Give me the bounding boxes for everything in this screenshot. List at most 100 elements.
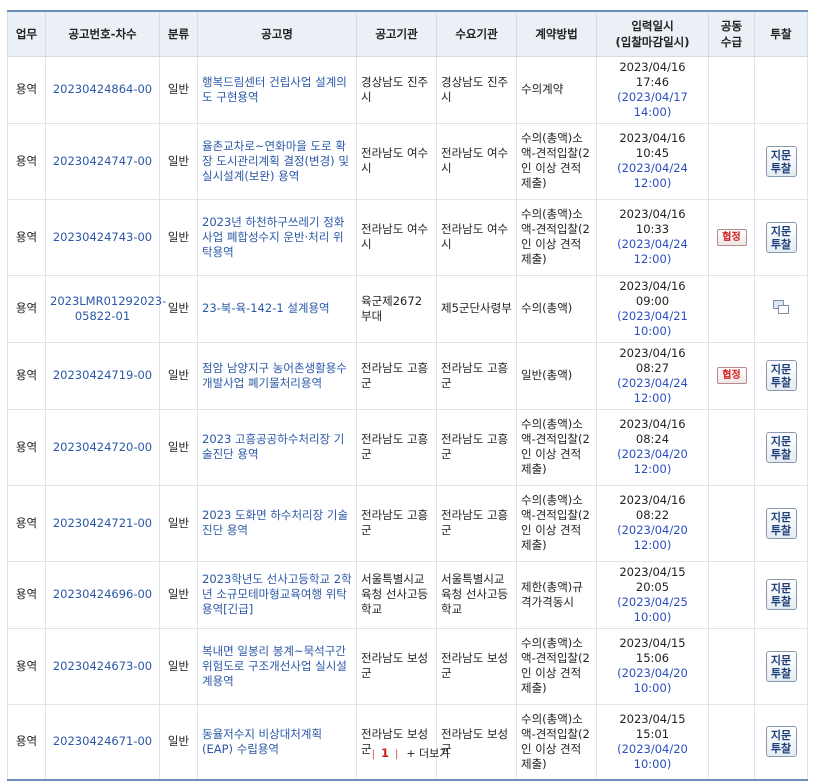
cell-title-text[interactable]: 복내면 일봉리 봉계~묵석구간 위험도로 구조개선사업 실시설계용역 xyxy=(202,644,347,688)
bid-notice-table: 업무 공고번호-차수 분류 공고명 공고기관 수요기관 계약방법 입력일시 (입찰… xyxy=(7,10,808,781)
cell-title-text[interactable]: 점암 남양지구 농어촌생활용수개발사업 폐기물처리용역 xyxy=(202,361,347,390)
cell-joint xyxy=(708,55,755,124)
cell-title-text[interactable]: 2023학년도 선사고등학교 2학년 소규모테마형교육여행 위탁용역[긴급] xyxy=(202,572,352,616)
cell-bid: 지문 투찰 xyxy=(754,627,808,705)
header-date-line2: (입찰마감일시) xyxy=(615,34,690,49)
cell-business: 용역 xyxy=(7,627,46,705)
cell-contract: 수의(총액)소액-견적입찰(2인 이상 견적 제출) xyxy=(516,408,597,486)
cell-agency: 전라남도 보성군 xyxy=(356,703,437,781)
joint-supply-badge[interactable]: 협정 xyxy=(716,228,747,246)
cell-contract: 수의(총액) xyxy=(516,274,597,343)
cell-demand-text: 전라남도 보성군 xyxy=(441,651,509,680)
fingerprint-bid-button[interactable]: 지문 투찰 xyxy=(765,145,797,177)
cell-notice-no-text[interactable]: 20230424747-00 xyxy=(53,154,152,168)
cell-business-text: 용역 xyxy=(15,515,38,530)
fingerprint-bid-button[interactable]: 지문 투찰 xyxy=(765,431,797,463)
fingerprint-bid-button[interactable]: 지문 투찰 xyxy=(765,507,797,539)
cell-title-text[interactable]: 행복드림센터 건립사업 설계의도 구현용역 xyxy=(202,75,347,104)
table-row: 용역 20230424743-00 일반 2023년 하천하구쓰레기 정화사업 폐합성… xyxy=(7,198,808,276)
cell-agency-text: 전라남도 여수시 xyxy=(361,146,429,175)
cell-demand: 서울특별시교육청 선사고등학교 xyxy=(436,560,517,629)
cell-date: 2023/04/15 15:01 (2023/04/20 10:00) xyxy=(596,703,709,781)
cell-business-text: 용역 xyxy=(15,229,38,244)
deadline-datetime: (2023/04/20 10:00) xyxy=(617,666,688,695)
bid-button-line1: 지문 xyxy=(770,148,792,162)
cell-category: 일반 xyxy=(159,627,198,705)
cell-agency-text: 경상남도 진주시 xyxy=(361,74,429,104)
cell-joint xyxy=(708,408,755,486)
cell-business-text: 용역 xyxy=(15,82,38,96)
cell-category-text: 일반 xyxy=(167,153,190,168)
cell-title-text[interactable]: 율촌교차로~연화마을 도로 확장 도시관리계획 결정(변경) 및 실시설계(보완… xyxy=(202,139,349,183)
cell-business-text: 용역 xyxy=(15,439,38,454)
cell-bid xyxy=(754,274,808,343)
header-notice-no: 공고번호-차수 xyxy=(45,10,160,57)
cell-agency-text: 전라남도 고흥군 xyxy=(361,360,429,390)
cell-notice-no-text[interactable]: 2023LMR01292023-05822-01 xyxy=(50,294,166,323)
cell-bid: 지문 투찰 xyxy=(754,703,808,781)
copy-icon[interactable] xyxy=(771,298,791,316)
joint-supply-badge[interactable]: 협정 xyxy=(716,367,747,384)
cell-bid: 지문 투찰 xyxy=(754,198,808,276)
cell-title-text[interactable]: 23-북-육-142-1 설계용역 xyxy=(202,301,330,315)
table-header: 업무 공고번호-차수 분류 공고명 공고기관 수요기관 계약방법 입력일시 (입찰… xyxy=(7,10,808,57)
cell-notice-no-text[interactable]: 20230424719-00 xyxy=(53,368,152,382)
cell-category-text: 일반 xyxy=(167,368,190,382)
deadline-datetime: (2023/04/20 12:00) xyxy=(617,523,688,552)
header-business: 업무 xyxy=(7,10,46,57)
page-current[interactable]: 1 xyxy=(381,746,389,760)
cell-category-text: 일반 xyxy=(167,301,190,315)
cell-category: 일반 xyxy=(159,484,198,562)
cell-notice-no-text[interactable]: 20230424720-00 xyxy=(53,440,152,454)
bid-button-line1: 지문 xyxy=(770,729,792,743)
header-joint: 공동 수급 xyxy=(708,10,755,57)
fingerprint-bid-button[interactable]: 지문 투찰 xyxy=(765,579,797,610)
cell-contract-text: 제한(총액)규격가격동시 xyxy=(521,579,583,609)
cell-agency-text: 서울특별시교육청 선사고등학교 xyxy=(361,572,429,616)
bid-button-line1: 지문 xyxy=(770,582,792,595)
header-joint-line2: 수급 xyxy=(720,34,743,49)
cell-date: 2023/04/15 20:05 (2023/04/25 10:00) xyxy=(596,560,709,629)
cell-business: 용역 xyxy=(7,703,46,781)
cell-demand: 제5군단사령부 xyxy=(436,274,517,343)
cell-business: 용역 xyxy=(7,408,46,486)
fingerprint-bid-button[interactable]: 지문 투찰 xyxy=(765,650,797,682)
cell-notice-no-text[interactable]: 20230424743-00 xyxy=(53,230,152,244)
cell-notice-no-text[interactable]: 20230424696-00 xyxy=(53,587,152,601)
cell-notice-no: 20230424747-00 xyxy=(45,122,160,200)
cell-agency-text: 전라남도 고흥군 xyxy=(361,508,429,537)
pager-separator-left: | xyxy=(371,749,375,760)
deadline-datetime: (2023/04/21 10:00) xyxy=(617,308,688,338)
deadline-datetime: (2023/04/24 12:00) xyxy=(617,375,688,405)
header-contract: 계약방법 xyxy=(516,10,597,57)
cell-demand: 경상남도 진주시 xyxy=(436,55,517,124)
cell-bid: 지문 투찰 xyxy=(754,341,808,410)
cell-title-text[interactable]: 2023 도화면 하수처리장 기술진단 용역 xyxy=(202,508,348,537)
cell-title-text[interactable]: 2023년 하천하구쓰레기 정화사업 폐합성수지 운반·처리 위탁용역 xyxy=(202,215,344,259)
deadline-datetime: (2023/04/25 10:00) xyxy=(617,594,688,624)
cell-category: 일반 xyxy=(159,560,198,629)
table-row: 용역 20230424696-00 일반 2023학년도 선사고등학교 2학년 소규모… xyxy=(7,560,808,629)
fingerprint-bid-button[interactable]: 지문 투찰 xyxy=(765,360,797,391)
cell-contract: 수의(총액)소액-견적입찰(2인 이상 견적 제출) xyxy=(516,122,597,200)
cell-contract: 일반(총액) xyxy=(516,341,597,410)
fingerprint-bid-button[interactable]: 지문 투찰 xyxy=(765,221,797,253)
pagination: | 1 | + 더보기 xyxy=(0,745,815,761)
table-row: 용역 20230424720-00 일반 2023 고흥공공하수처리장 기술진단 용역… xyxy=(7,408,808,486)
cell-category: 일반 xyxy=(159,703,198,781)
cell-notice-no-text[interactable]: 20230424721-00 xyxy=(53,516,152,530)
cell-bid: 지문 투찰 xyxy=(754,484,808,562)
cell-notice-no-text[interactable]: 20230424673-00 xyxy=(53,659,152,673)
cell-agency: 경상남도 진주시 xyxy=(356,55,437,124)
input-datetime: 2023/04/16 08:27 xyxy=(619,345,686,375)
bid-button-line2: 투찰 xyxy=(770,161,792,175)
more-button[interactable]: + 더보기 xyxy=(406,747,449,760)
input-datetime: 2023/04/15 20:05 xyxy=(619,564,686,594)
cell-date: 2023/04/16 10:33 (2023/04/24 12:00) xyxy=(596,198,709,276)
cell-title-text[interactable]: 2023 고흥공공하수처리장 기술진단 용역 xyxy=(202,432,344,461)
cell-date: 2023/04/16 08:27 (2023/04/24 12:00) xyxy=(596,341,709,410)
cell-contract: 수의(총액)소액-견적입찰(2인 이상 견적 제출) xyxy=(516,484,597,562)
input-datetime: 2023/04/16 08:24 xyxy=(619,417,686,446)
cell-notice-no-text[interactable]: 20230424864-00 xyxy=(53,82,152,96)
header-category: 분류 xyxy=(159,10,198,57)
